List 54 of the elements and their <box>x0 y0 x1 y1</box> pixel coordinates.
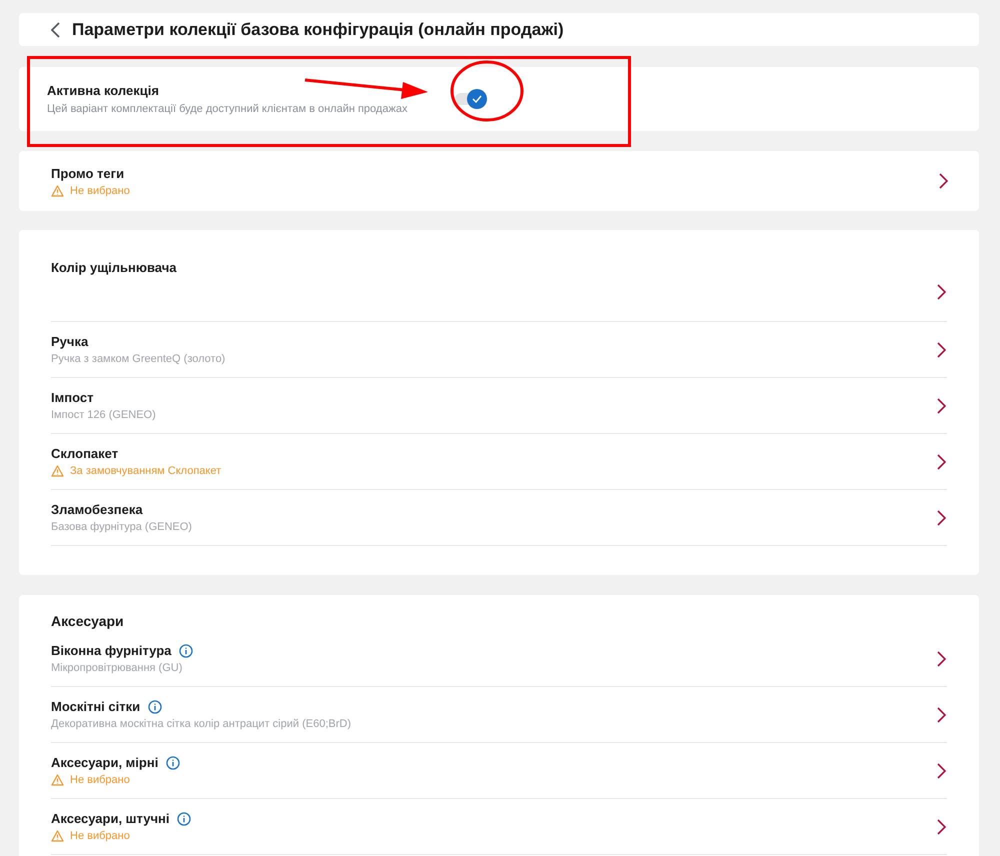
option-row[interactable]: Аксесуари, штучні Не вибрано <box>51 799 947 855</box>
back-icon[interactable] <box>51 22 60 38</box>
item-title: Промо теги <box>51 166 126 180</box>
chevron-right-icon[interactable] <box>937 762 946 778</box>
item-value: Імпост 126 (GENEO) <box>51 409 156 421</box>
warning-icon <box>51 184 64 196</box>
item-title: Аксесуари, мірні <box>51 755 158 770</box>
item-value: Мікропровітрювання (GU) <box>51 662 182 674</box>
chevron-right-icon[interactable] <box>937 342 946 358</box>
item-value: Базова фурнітура (GENEO) <box>51 521 192 533</box>
chevron-right-icon[interactable] <box>937 706 946 722</box>
warning-icon <box>51 830 64 842</box>
promo-tags-row[interactable]: Промо теги Не вибрано <box>19 151 979 211</box>
setting-description: Цей варіант комплектації буде доступний клієнтам в онлайн продажах <box>47 103 408 115</box>
option-row[interactable]: Віконна фурнітура Мікропровітрювання (GU) <box>51 631 947 687</box>
item-title: Зламобезпека <box>51 502 143 517</box>
setting-title: Активна колекція <box>47 83 159 98</box>
warning-icon <box>51 465 64 477</box>
chevron-right-icon[interactable] <box>937 650 946 666</box>
option-row[interactable]: Колір ущільнювача <box>51 248 947 322</box>
option-row[interactable]: Москітні сітки Декоративна москітна сітка колір антрацит сірий (E60;BrD) <box>51 687 947 743</box>
warning-icon <box>51 774 64 786</box>
option-row[interactable]: Аксесуари, мірні Не вибрано <box>51 743 947 799</box>
warning-text: Не вибрано <box>70 184 130 196</box>
option-row[interactable]: Ручка Ручка з замком GreenteQ (золото) <box>51 322 947 378</box>
info-icon[interactable] <box>166 756 180 770</box>
item-title: Імпост <box>51 390 94 405</box>
warning-text: За замовчуванням Склопакет <box>70 465 222 477</box>
check-icon <box>472 95 482 103</box>
section-title: Аксесуари <box>51 613 125 629</box>
chevron-right-icon[interactable] <box>937 454 946 470</box>
info-icon[interactable] <box>177 812 192 826</box>
warning-text: Не вибрано <box>70 830 130 842</box>
item-value: Декоративна москітна сітка колір антрацит сірий (E60;BrD) <box>51 718 351 730</box>
item-title: Віконна фурнітура <box>51 643 172 658</box>
warning-text: Не вибрано <box>70 774 130 786</box>
chevron-right-icon[interactable] <box>937 818 946 834</box>
option-row[interactable]: Імпост Імпост 126 (GENEO) <box>51 378 947 434</box>
info-icon[interactable] <box>179 644 194 658</box>
item-title: Москітні сітки <box>51 699 140 714</box>
chevron-right-icon[interactable] <box>937 510 946 526</box>
option-row[interactable]: Склопакет За замовчуванням Склопакет <box>51 434 947 490</box>
item-title: Склопакет <box>51 446 118 461</box>
item-title: Аксесуари, штучні <box>51 811 170 826</box>
option-row[interactable]: Зламобезпека Базова фурнітура (GENEO) <box>51 490 947 546</box>
item-value: Ручка з замком GreenteQ (золото) <box>51 353 226 365</box>
toggle-switch[interactable] <box>455 89 488 109</box>
chevron-right-icon[interactable] <box>937 398 946 414</box>
info-icon[interactable] <box>148 700 162 714</box>
chevron-right-icon[interactable] <box>937 284 946 300</box>
chevron-right-icon[interactable] <box>939 173 948 189</box>
page-title: Параметри колекції базова конфігурація (онлайн продажі) <box>72 20 564 40</box>
item-title: Колір ущільнювача <box>51 260 176 275</box>
item-title: Ручка <box>51 334 88 349</box>
